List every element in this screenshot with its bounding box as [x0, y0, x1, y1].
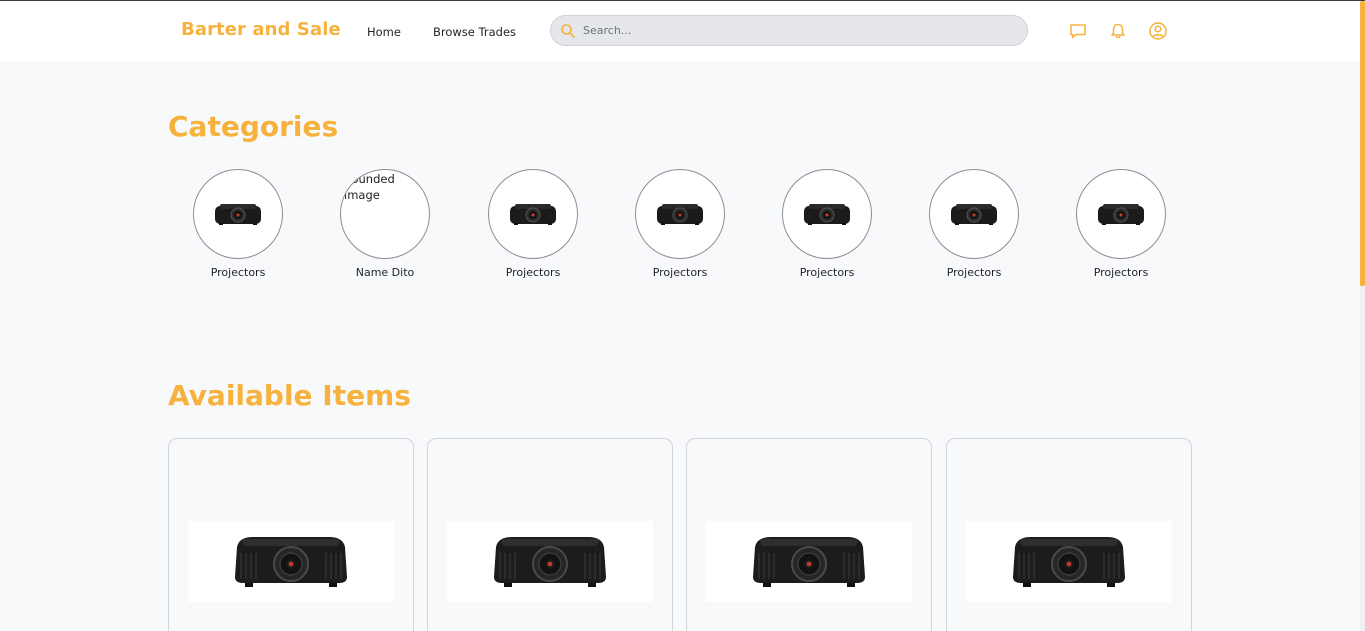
category-image: [929, 169, 1019, 259]
item-image: [188, 521, 394, 602]
category-label: Name Dito: [355, 266, 415, 279]
image-alt-text: Rounded image: [344, 172, 395, 202]
category-image: [193, 169, 283, 259]
category-label: Projectors: [652, 266, 708, 279]
item-card[interactable]: [427, 438, 673, 631]
chat-icon[interactable]: [1068, 21, 1088, 41]
brand-logo[interactable]: Barter and Sale: [181, 19, 341, 40]
category-image: [782, 169, 872, 259]
navbar: Barter and Sale Home Browse Trades: [0, 1, 1360, 61]
category-image-broken: Rounded image: [340, 169, 430, 259]
category-image: [1076, 169, 1166, 259]
category-label: Projectors: [1093, 266, 1149, 279]
item-image: [706, 521, 912, 602]
item-card[interactable]: [946, 438, 1192, 631]
category-item[interactable]: Projectors: [173, 169, 303, 284]
category-item[interactable]: Rounded image Name Dito: [320, 169, 450, 284]
category-item[interactable]: Projectors: [909, 169, 1039, 284]
category-item[interactable]: Projectors: [615, 169, 745, 284]
category-label: Projectors: [799, 266, 855, 279]
category-label: Projectors: [946, 266, 1002, 279]
categories-heading: Categories: [168, 110, 339, 143]
item-image: [966, 521, 1172, 602]
nav-browse-trades-link[interactable]: Browse Trades: [433, 25, 516, 39]
bell-icon[interactable]: [1108, 21, 1128, 41]
category-item[interactable]: Projectors: [468, 169, 598, 284]
category-item[interactable]: Projectors: [762, 169, 892, 284]
category-image: [488, 169, 578, 259]
available-items-heading: Available Items: [168, 379, 411, 412]
scrollbar-thumb[interactable]: [1360, 1, 1365, 286]
search-icon: [560, 23, 576, 39]
category-item[interactable]: Projectors: [1056, 169, 1186, 284]
nav-home-link[interactable]: Home: [367, 25, 401, 39]
item-image: [447, 521, 653, 602]
item-card[interactable]: [686, 438, 932, 631]
item-card[interactable]: [168, 438, 414, 631]
category-image: [635, 169, 725, 259]
category-label: Projectors: [210, 266, 266, 279]
search-bar: [550, 15, 1028, 46]
category-label: Projectors: [505, 266, 561, 279]
user-icon[interactable]: [1148, 21, 1168, 41]
search-input[interactable]: [583, 16, 1013, 45]
